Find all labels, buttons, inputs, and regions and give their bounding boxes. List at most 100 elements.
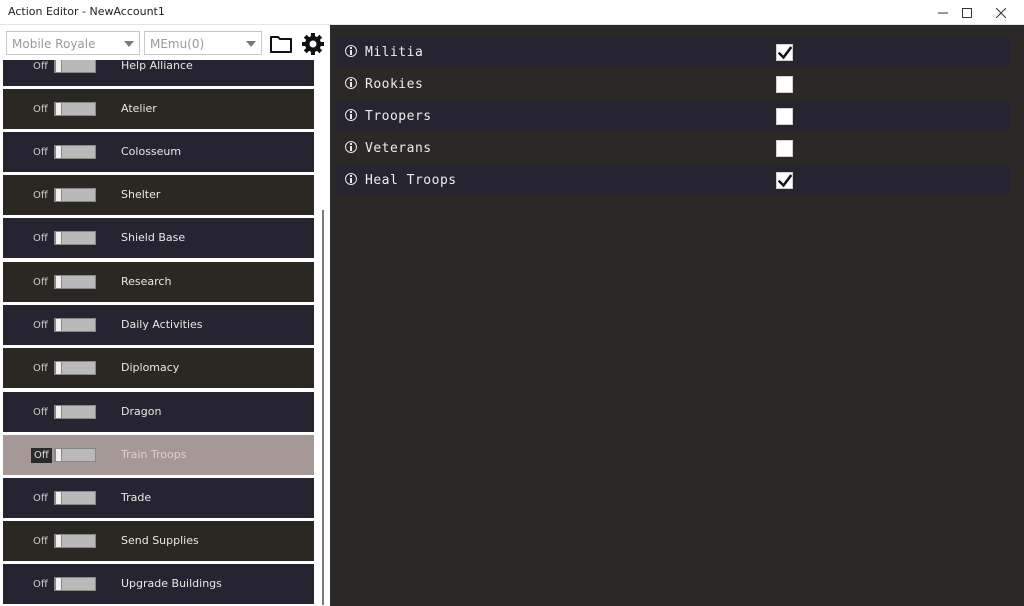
- info-icon[interactable]: [345, 173, 357, 185]
- toggle-state-label: Off: [33, 407, 48, 418]
- settings-button[interactable]: [301, 32, 325, 56]
- option-label: Rookies: [365, 77, 424, 92]
- option-checkbox[interactable]: [776, 108, 793, 125]
- chevron-down-icon: [246, 41, 256, 47]
- toggle-state-label: Off: [33, 61, 48, 72]
- scrollbar-thumb[interactable]: [322, 210, 324, 605]
- info-icon[interactable]: [345, 109, 357, 121]
- toggle-thumb: [55, 275, 62, 289]
- option-checkbox[interactable]: [776, 140, 793, 157]
- action-label: Colosseum: [121, 145, 182, 158]
- list-item[interactable]: Off Send Supplies: [3, 521, 314, 561]
- toggle-state-label: Off: [31, 448, 52, 463]
- left-panel: Mobile Royale MEmu(0) Off Help Alliance …: [0, 25, 330, 606]
- list-item[interactable]: Off Dragon: [3, 392, 314, 432]
- action-label: Send Supplies: [121, 534, 199, 547]
- list-item[interactable]: Off Research: [3, 262, 314, 302]
- action-label: Diplomacy: [121, 361, 180, 374]
- emulator-select-value: MEmu(0): [150, 37, 205, 51]
- close-button[interactable]: [978, 0, 1024, 25]
- action-label: Dragon: [121, 405, 162, 418]
- toggle-state-label: Off: [33, 277, 48, 288]
- toggle-switch[interactable]: [54, 231, 96, 245]
- list-item[interactable]: Off Colosseum: [3, 132, 314, 172]
- toggle-switch[interactable]: [54, 188, 96, 202]
- chevron-down-icon: [124, 41, 134, 47]
- info-icon[interactable]: [345, 141, 357, 153]
- toggle-switch[interactable]: [54, 405, 96, 419]
- toggle-thumb: [55, 318, 62, 332]
- list-item[interactable]: Off Shelter: [3, 175, 314, 215]
- toggle-thumb: [55, 145, 62, 159]
- toggle-state-label: Off: [33, 579, 48, 590]
- action-label: Help Alliance: [121, 60, 193, 72]
- toggle-state-label: Off: [33, 233, 48, 244]
- gear-icon: [302, 33, 324, 55]
- toggle-thumb: [55, 577, 62, 591]
- toggle-switch[interactable]: [54, 145, 96, 159]
- option-label: Troopers: [365, 109, 432, 124]
- toggle-thumb: [55, 448, 62, 462]
- option-row: Veterans: [336, 133, 1011, 163]
- toggle-switch[interactable]: [54, 102, 96, 116]
- toggle-switch[interactable]: [54, 491, 96, 505]
- game-select-value: Mobile Royale: [12, 37, 96, 51]
- option-checkbox[interactable]: [776, 172, 793, 189]
- action-label: Shelter: [121, 188, 161, 201]
- list-item[interactable]: Off Upgrade Buildings: [3, 564, 314, 604]
- list-item[interactable]: Off Atelier: [3, 89, 314, 129]
- action-label: Daily Activities: [121, 318, 203, 331]
- list-item[interactable]: Off Diplomacy: [3, 348, 314, 388]
- option-row: Militia: [336, 37, 1011, 67]
- toggle-state-label: Off: [33, 104, 48, 115]
- folder-icon: [270, 36, 292, 53]
- toggle-switch[interactable]: [54, 448, 96, 462]
- toggle-thumb: [55, 231, 62, 245]
- title-bar: Action Editor - NewAccount1: [0, 0, 1024, 25]
- toggle-switch[interactable]: [54, 60, 96, 73]
- toggle-thumb: [55, 491, 62, 505]
- list-item[interactable]: Off Train Troops: [3, 435, 314, 475]
- action-label: Atelier: [121, 102, 157, 115]
- option-row: Heal Troops: [336, 165, 1011, 195]
- option-label: Militia: [365, 45, 424, 60]
- close-icon: [996, 7, 1006, 18]
- list-item[interactable]: Off Daily Activities: [3, 305, 314, 345]
- scrollbar[interactable]: [316, 60, 330, 606]
- open-folder-button[interactable]: [269, 32, 293, 56]
- toggle-switch[interactable]: [54, 361, 96, 375]
- emulator-select[interactable]: MEmu(0): [144, 31, 262, 55]
- checkmark-icon: [778, 46, 792, 60]
- option-checkbox[interactable]: [776, 44, 793, 61]
- action-label: Research: [121, 275, 172, 288]
- toggle-switch[interactable]: [54, 318, 96, 332]
- list-item[interactable]: Off Help Alliance: [3, 60, 314, 86]
- list-item[interactable]: Off Trade: [3, 478, 314, 518]
- checkmark-icon: [778, 174, 792, 188]
- toggle-state-label: Off: [33, 536, 48, 547]
- option-checkbox[interactable]: [776, 76, 793, 93]
- maximize-icon: [962, 7, 972, 18]
- toggle-thumb: [55, 60, 62, 73]
- toggle-thumb: [55, 534, 62, 548]
- toggle-switch[interactable]: [54, 275, 96, 289]
- option-label: Veterans: [365, 141, 432, 156]
- toggle-state-label: Off: [33, 320, 48, 331]
- toggle-thumb: [55, 102, 62, 116]
- toggle-thumb: [55, 188, 62, 202]
- action-label: Shield Base: [121, 231, 186, 244]
- options-panel: Militia Rookies Troopers Veterans Heal Troop…: [330, 25, 1024, 606]
- action-list[interactable]: Off Help Alliance Off Atelier Off Colosseum Of…: [0, 60, 316, 606]
- game-select[interactable]: Mobile Royale: [6, 31, 140, 55]
- toggle-switch[interactable]: [54, 577, 96, 591]
- window-title: Action Editor - NewAccount1: [8, 5, 165, 18]
- list-item[interactable]: Off Shield Base: [3, 218, 314, 258]
- toggle-switch[interactable]: [54, 534, 96, 548]
- info-icon[interactable]: [345, 77, 357, 89]
- option-row: Rookies: [336, 69, 1011, 99]
- toggle-thumb: [55, 405, 62, 419]
- info-icon[interactable]: [345, 45, 357, 57]
- toggle-state-label: Off: [33, 363, 48, 374]
- toolbar: Mobile Royale MEmu(0): [0, 25, 330, 60]
- toggle-state-label: Off: [33, 190, 48, 201]
